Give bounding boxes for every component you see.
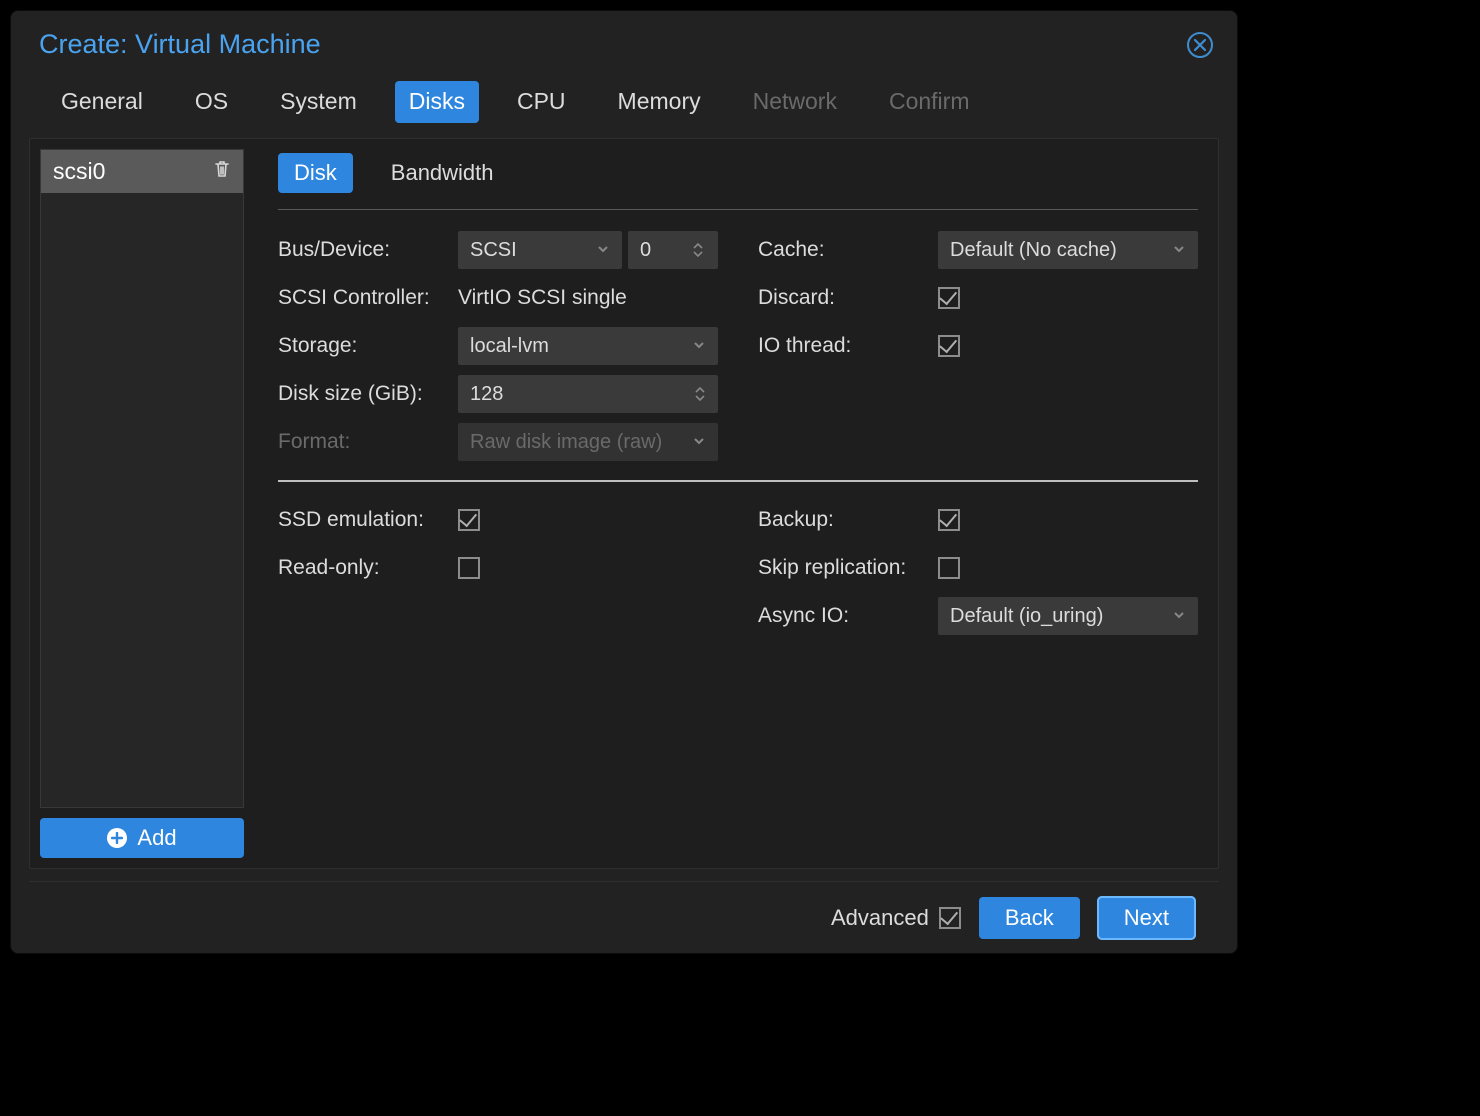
dialog-body: scsi0 Add Disk Bandwidth bbox=[29, 138, 1219, 869]
tab-disks[interactable]: Disks bbox=[395, 81, 479, 123]
backup-label: Backup: bbox=[758, 508, 938, 532]
next-button[interactable]: Next bbox=[1098, 897, 1195, 939]
subtab-disk[interactable]: Disk bbox=[278, 153, 353, 193]
trash-icon[interactable] bbox=[213, 158, 231, 185]
ssd-emulation-checkbox[interactable] bbox=[458, 509, 480, 531]
add-disk-button[interactable]: Add bbox=[40, 818, 244, 858]
scsi-controller-value: VirtIO SCSI single bbox=[458, 286, 627, 310]
device-index-value: 0 bbox=[640, 239, 692, 262]
disk-list-item-label: scsi0 bbox=[53, 158, 105, 185]
tab-system[interactable]: System bbox=[266, 81, 371, 123]
tab-confirm: Confirm bbox=[875, 81, 984, 123]
disk-size-input[interactable]: 128 bbox=[458, 375, 718, 413]
subtab-bandwidth[interactable]: Bandwidth bbox=[375, 153, 510, 193]
format-select: Raw disk image (raw) bbox=[458, 423, 718, 461]
tab-general[interactable]: General bbox=[47, 81, 157, 123]
chevron-down-icon bbox=[1172, 605, 1186, 628]
titlebar: Create: Virtual Machine bbox=[11, 11, 1237, 70]
device-index-spinner[interactable]: 0 bbox=[628, 231, 718, 269]
add-disk-label: Add bbox=[137, 825, 176, 851]
close-button[interactable] bbox=[1187, 32, 1213, 58]
discard-label: Discard: bbox=[758, 286, 938, 310]
wizard-tabs: General OS System Disks CPU Memory Netwo… bbox=[11, 70, 1237, 126]
read-only-label: Read-only: bbox=[278, 556, 458, 580]
dialog-title: Create: Virtual Machine bbox=[39, 29, 321, 60]
cache-select-value: Default (No cache) bbox=[950, 239, 1117, 262]
iothread-label: IO thread: bbox=[758, 334, 938, 358]
format-select-value: Raw disk image (raw) bbox=[470, 431, 662, 454]
backup-checkbox[interactable] bbox=[938, 509, 960, 531]
tab-memory[interactable]: Memory bbox=[604, 81, 715, 123]
storage-label: Storage: bbox=[278, 334, 458, 358]
format-label: Format: bbox=[278, 430, 458, 454]
tab-cpu[interactable]: CPU bbox=[503, 81, 580, 123]
advanced-label: Advanced bbox=[831, 905, 929, 931]
bus-device-label: Bus/Device: bbox=[278, 238, 458, 262]
chevron-down-icon bbox=[1172, 239, 1186, 262]
close-icon bbox=[1193, 38, 1207, 52]
disk-list-item[interactable]: scsi0 bbox=[41, 150, 243, 193]
iothread-checkbox[interactable] bbox=[938, 335, 960, 357]
bus-select-value: SCSI bbox=[470, 239, 517, 262]
bus-select[interactable]: SCSI bbox=[458, 231, 622, 269]
skip-replication-label: Skip replication: bbox=[758, 556, 938, 580]
chevron-down-icon bbox=[596, 239, 610, 262]
advanced-toggle[interactable]: Advanced bbox=[831, 905, 961, 931]
skip-replication-checkbox[interactable] bbox=[938, 557, 960, 579]
disk-sidebar: scsi0 Add bbox=[30, 139, 254, 868]
read-only-checkbox[interactable] bbox=[458, 557, 480, 579]
disk-form: Disk Bandwidth Bus/Device: SCSI bbox=[254, 139, 1218, 868]
spinner-buttons-icon bbox=[694, 386, 706, 402]
plus-circle-icon bbox=[107, 828, 127, 848]
form-divider bbox=[278, 480, 1198, 482]
back-button[interactable]: Back bbox=[979, 897, 1080, 939]
dialog-footer: Advanced Back Next bbox=[29, 881, 1219, 953]
disk-subtabs: Disk Bandwidth bbox=[278, 153, 1198, 210]
tab-os[interactable]: OS bbox=[181, 81, 242, 123]
async-io-select[interactable]: Default (io_uring) bbox=[938, 597, 1198, 635]
storage-select[interactable]: local-lvm bbox=[458, 327, 718, 365]
ssd-emulation-label: SSD emulation: bbox=[278, 508, 458, 532]
storage-select-value: local-lvm bbox=[470, 335, 549, 358]
discard-checkbox[interactable] bbox=[938, 287, 960, 309]
disk-size-value: 128 bbox=[470, 383, 503, 406]
scsi-controller-label: SCSI Controller: bbox=[278, 286, 458, 310]
dialog-window: Create: Virtual Machine General OS Syste… bbox=[10, 10, 1238, 954]
advanced-checkbox[interactable] bbox=[939, 907, 961, 929]
async-io-value: Default (io_uring) bbox=[950, 605, 1103, 628]
disk-size-label: Disk size (GiB): bbox=[278, 382, 458, 406]
chevron-down-icon bbox=[692, 335, 706, 358]
spinner-buttons-icon bbox=[692, 242, 706, 258]
disk-list: scsi0 bbox=[40, 149, 244, 808]
async-io-label: Async IO: bbox=[758, 604, 938, 628]
tab-network: Network bbox=[739, 81, 851, 123]
cache-select[interactable]: Default (No cache) bbox=[938, 231, 1198, 269]
chevron-down-icon bbox=[692, 431, 706, 454]
cache-label: Cache: bbox=[758, 238, 938, 262]
